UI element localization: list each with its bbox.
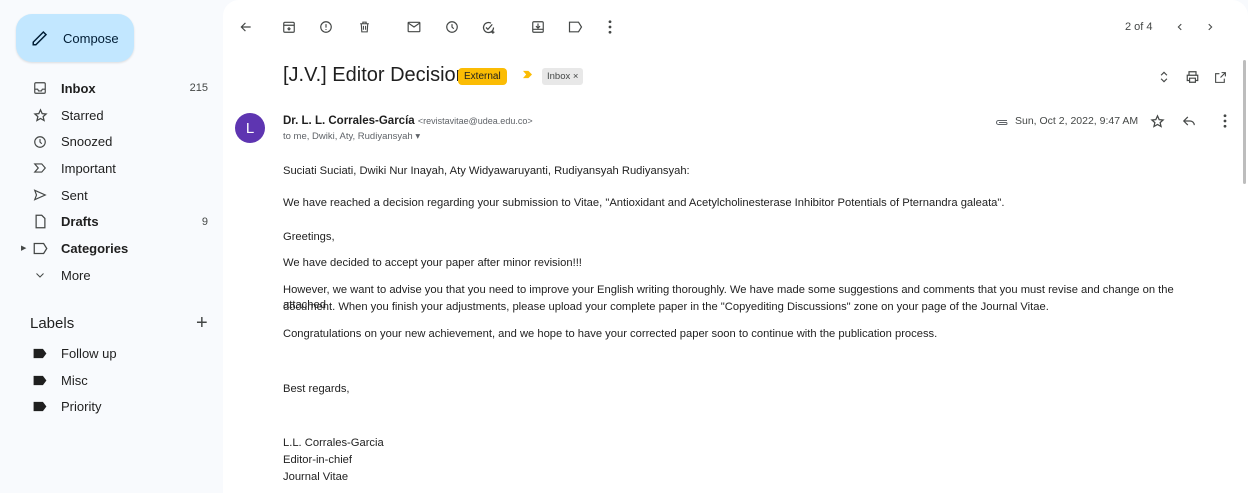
body-closing: Best regards, — [283, 383, 350, 395]
signature-title: Editor-in-chief — [283, 454, 353, 466]
sidebar-item-label: More — [61, 267, 91, 283]
labels-heading: Labels — [30, 315, 75, 332]
external-badge: External — [458, 68, 507, 85]
scrollbar[interactable] — [1243, 60, 1246, 184]
label-item-label: Follow up — [61, 345, 117, 361]
compose-button[interactable]: Compose — [16, 14, 134, 62]
attachment-icon — [993, 113, 1011, 131]
label-icon[interactable] — [566, 18, 584, 36]
draft-count: 9 — [201, 215, 208, 228]
mark-unread-icon[interactable] — [405, 18, 423, 36]
star-icon[interactable] — [1148, 112, 1166, 130]
sidebar-item-label: Important — [61, 160, 116, 176]
chevron-right-icon[interactable] — [1201, 18, 1219, 36]
snooze-icon[interactable] — [443, 18, 461, 36]
move-to-icon[interactable] — [529, 18, 547, 36]
sender-email: <revistavitae@udea.edu.co> — [417, 116, 533, 126]
signature-name: L.L. Corrales-Garcia — [283, 437, 384, 449]
trash-icon[interactable] — [355, 18, 373, 36]
pager-text: 2 of 4 — [1125, 21, 1153, 33]
pencil-icon — [32, 30, 48, 46]
avatar[interactable]: L — [235, 113, 265, 143]
draft-icon — [32, 214, 48, 230]
sidebar: Compose Inbox 215 Starred Snoozed Import… — [0, 0, 222, 493]
back-arrow-icon[interactable] — [237, 18, 255, 36]
label-item-label: Misc — [61, 372, 88, 388]
body-paragraph: Congratulations on your new achievement,… — [283, 328, 938, 340]
sidebar-item-more[interactable]: More — [0, 262, 222, 289]
label-tag-icon — [32, 372, 48, 388]
sidebar-item-drafts[interactable]: Drafts 9 — [0, 208, 222, 235]
chevron-down-icon — [32, 267, 48, 283]
signature-journal: Journal Vitae — [283, 471, 349, 483]
label-item-follow-up[interactable]: Follow up — [0, 340, 222, 367]
sidebar-item-label: Snoozed — [61, 134, 113, 150]
sidebar-item-label: Starred — [61, 107, 104, 123]
label-tag-icon — [32, 345, 48, 361]
sender-line: Dr. L. L. Corrales-García <revistavitae@… — [283, 115, 533, 127]
sidebar-item-categories[interactable]: ▶ Categories — [0, 235, 222, 262]
sidebar-item-label: Sent — [61, 187, 88, 203]
labels-list: Follow up Misc Priority — [0, 340, 222, 420]
body-paragraph: document. When you finish your adjustmen… — [283, 301, 1049, 313]
label-tag-icon — [32, 399, 48, 415]
email-subject: [J.V.] Editor Decision — [283, 64, 467, 86]
open-new-window-icon[interactable] — [1211, 68, 1229, 86]
more-vert-icon[interactable] — [601, 18, 619, 36]
print-icon[interactable] — [1183, 68, 1201, 86]
reply-icon[interactable] — [1180, 112, 1198, 130]
expand-caret-icon[interactable]: ▶ — [21, 244, 26, 252]
label-item-misc[interactable]: Misc — [0, 367, 222, 394]
body-paragraph: We have decided to accept your paper aft… — [283, 257, 582, 269]
recipients-dropdown[interactable]: to me, Dwiki, Aty, Rudiyansyah ▾ — [283, 131, 420, 142]
toolbar: 2 of 4 — [223, 0, 1248, 56]
important-marker-icon[interactable] — [522, 70, 533, 79]
sidebar-item-inbox[interactable]: Inbox 215 — [0, 75, 222, 102]
star-icon — [32, 107, 48, 123]
sidebar-item-label: Categories — [61, 240, 129, 256]
message-pane: 2 of 4 [J.V.] Editor Decision External I… — [223, 0, 1248, 493]
sidebar-item-important[interactable]: Important — [0, 155, 222, 182]
sender-name[interactable]: Dr. L. L. Corrales-García — [283, 115, 415, 127]
body-paragraph: Greetings, — [283, 231, 335, 243]
archive-icon[interactable] — [280, 18, 298, 36]
sidebar-item-starred[interactable]: Starred — [0, 102, 222, 129]
sidebar-item-sent[interactable]: Sent — [0, 182, 222, 209]
label-item-label: Priority — [61, 399, 102, 415]
chevron-left-icon[interactable] — [1171, 18, 1189, 36]
add-task-icon[interactable] — [479, 18, 497, 36]
label-icon — [32, 240, 48, 256]
email-date: Sun, Oct 2, 2022, 9:47 AM — [1015, 115, 1139, 127]
sidebar-item-label: Drafts — [61, 214, 99, 230]
add-label-button[interactable]: + — [196, 312, 208, 335]
send-icon — [32, 187, 48, 203]
expand-all-icon[interactable] — [1155, 68, 1173, 86]
unread-count: 215 — [189, 82, 208, 95]
sidebar-item-label: Inbox — [61, 80, 96, 96]
inbox-icon — [32, 80, 48, 96]
label-item-priority[interactable]: Priority — [0, 393, 222, 420]
body-paragraph: We have reached a decision regarding you… — [283, 197, 1005, 209]
more-vert-icon[interactable] — [1216, 112, 1234, 130]
sidebar-item-snoozed[interactable]: Snoozed — [0, 128, 222, 155]
inbox-label-chip[interactable]: Inbox × — [542, 68, 584, 85]
important-icon — [32, 160, 48, 176]
body-salutation: Suciati Suciati, Dwiki Nur Inayah, Aty W… — [283, 165, 690, 177]
clock-icon — [32, 134, 48, 150]
compose-label: Compose — [63, 30, 119, 46]
nav-list: Inbox 215 Starred Snoozed Important Sent… — [0, 75, 222, 289]
report-spam-icon[interactable] — [317, 18, 335, 36]
